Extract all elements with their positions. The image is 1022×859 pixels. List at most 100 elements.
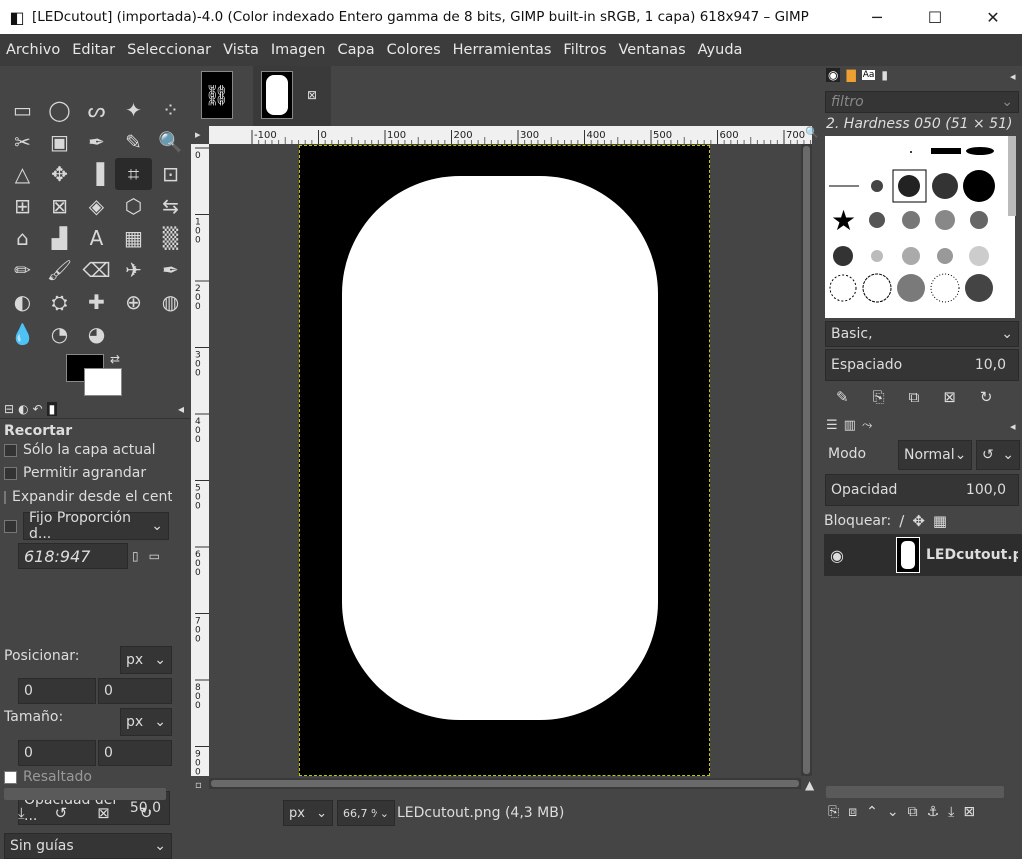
eraser-icon[interactable]: ⌫ [78,254,115,286]
brushes-tab-icon[interactable]: ◉ [826,68,841,82]
highlight-checkbox[interactable] [4,770,17,784]
ellipse-select-icon[interactable]: ◯ [41,94,78,126]
menu-ventanas[interactable]: Ventanas [613,42,692,58]
expand-center-checkbox[interactable] [4,490,6,504]
blur-icon[interactable]: 💧 [4,318,41,350]
mode-dropdown[interactable]: Normal ⌄ [898,440,972,470]
fixed-dropdown[interactable]: Fijo Proporción d... ⌄ [23,510,169,542]
restore-options-icon[interactable]: ↺ [55,804,68,822]
paths-icon[interactable]: ✒ [78,126,115,158]
zoom-dropdown[interactable]: 66,7 %⌄ [337,800,395,826]
measure-icon[interactable]: △ [4,158,41,190]
new-layer-group-icon[interactable]: ⧈ [848,804,857,820]
raise-layer-icon[interactable]: ⌃ [866,804,878,820]
heal-icon[interactable]: ✚ [78,286,115,318]
3d-transform-icon[interactable]: ⬡ [115,190,152,222]
rect-select-icon[interactable]: ▭ [4,94,41,126]
allow-growing-checkbox[interactable] [4,466,17,480]
layer-opacity-slider[interactable]: Opacidad 100,0 [825,474,1019,506]
pencil-icon[interactable]: ✏ [4,254,41,286]
close-tab-icon[interactable]: ⊠ [307,88,317,102]
align-icon[interactable]: ▐ [78,158,115,190]
landscape-icon[interactable]: ▭ [149,549,160,563]
gradient-icon[interactable]: ▒ [152,222,189,254]
position-y-input[interactable]: 0 [98,678,172,704]
menu-archivo[interactable]: Archivo [0,42,66,58]
layers-menu-icon[interactable]: ◂ [1010,420,1016,433]
perspective-icon[interactable]: ◈ [78,190,115,222]
dodge-icon[interactable]: ◔ [41,318,78,350]
tool-options-tab-icon[interactable]: ⊟ [4,402,14,416]
panel-menu-icon[interactable]: ◂ [178,402,184,416]
new-brush-icon[interactable]: ⎘ [873,388,885,406]
swap-colors-icon[interactable]: ⇄ [110,352,120,366]
lower-layer-icon[interactable]: ⌄ [887,804,899,820]
brush-grid[interactable]: ★ [825,136,1015,318]
save-options-icon[interactable]: ⤓ [18,804,25,822]
layers-scrollbar[interactable] [826,786,1004,798]
undo-history-tab-icon[interactable]: ↶ [33,402,43,416]
fixed-checkbox[interactable] [4,519,17,533]
spacing-slider[interactable]: Espaciado 10,0 [825,349,1019,381]
layer-row[interactable]: ◉ LEDcutout.png [824,534,1022,576]
brush-scrollbar[interactable] [1008,136,1016,216]
brush-tag-dropdown[interactable]: Basic, ⌄ [825,321,1019,347]
navigate-icon[interactable]: ▲ [805,778,814,792]
position-unit-dropdown[interactable]: px ⌄ [120,646,172,674]
menu-filtros[interactable]: Filtros [557,42,612,58]
duplicate-brush-icon[interactable]: ⧉ [909,388,920,406]
delete-layer-icon[interactable]: ⊠ [963,804,975,820]
close-button[interactable]: ✕ [964,0,1022,34]
menu-capa[interactable]: Capa [332,42,381,58]
quick-mask-icon[interactable]: ▸ [195,128,201,141]
crop-icon[interactable]: ⌗ [115,158,152,190]
images-tab-icon[interactable]: ▮ [46,401,58,416]
delete-brush-icon[interactable]: ⊠ [943,388,956,406]
new-layer-icon[interactable]: ⎘ [828,804,839,820]
document-tab-icon[interactable]: ▮ [881,68,888,82]
airbrush-icon[interactable]: ✈ [115,254,152,286]
unit-dropdown[interactable]: px ⌄ [283,800,333,826]
warp-icon[interactable]: ⊞ [4,190,41,222]
guides-dropdown[interactable]: Sin guías ⌄ [4,833,172,859]
lock-alpha-icon[interactable]: ▦ [933,512,947,530]
menu-ayuda[interactable]: Ayuda [692,42,749,58]
layers-tab-icon[interactable]: ☰ [826,418,838,433]
brush-filter-input[interactable]: filtro ⌄ [825,91,1019,113]
smudge-icon[interactable]: ◍ [152,286,189,318]
image-tab-1[interactable]: ⛓ [201,71,233,119]
menu-imagen[interactable]: Imagen [265,42,332,58]
maximize-button[interactable]: ☐ [906,0,964,34]
menu-herramientas[interactable]: Herramientas [447,42,558,58]
background-color[interactable] [84,368,122,396]
canvas-viewport[interactable] [209,144,801,776]
dock-menu-icon[interactable]: ◂ [1010,70,1016,83]
menu-seleccionar[interactable]: Seleccionar [121,42,217,58]
size-x-input[interactable]: 0 [18,740,96,766]
color-picker-icon[interactable]: ✎ [115,126,152,158]
current-layer-only-checkbox[interactable] [4,443,17,457]
text-icon[interactable]: A [78,222,115,254]
handle-transform-icon[interactable]: ⊠ [41,190,78,222]
anchor-layer-icon[interactable]: ⚓ [927,804,940,820]
move-icon[interactable]: ✥ [41,158,78,190]
reset-options-icon[interactable]: ↻ [140,804,153,822]
lock-position-icon[interactable]: ✥ [912,512,925,530]
fonts-tab-icon[interactable]: Aa [861,70,876,80]
sharpen-icon[interactable]: ◕ [78,318,115,350]
foreground-select-icon[interactable]: ▣ [41,126,78,158]
ratio-field[interactable]: 618:947 [18,543,128,569]
mypaint-icon[interactable]: ◐ [4,286,41,318]
select-by-color-icon[interactable]: ⁘ [152,94,189,126]
fuzzy-select-icon[interactable]: ✦ [115,94,152,126]
menu-vista[interactable]: Vista [217,42,265,58]
eye-icon[interactable]: ◉ [830,546,844,565]
channels-tab-icon[interactable]: ▥ [844,418,856,433]
portrait-icon[interactable]: ▯ [132,549,139,563]
mode-reset-dropdown[interactable]: ↺ ⌄ [976,440,1020,470]
menu-colores[interactable]: Colores [381,42,447,58]
patterns-tab-icon[interactable]: ▇ [846,68,855,82]
perspective-clone-icon[interactable]: ⊕ [115,286,152,318]
vertical-scrollbar[interactable] [801,144,812,776]
flip-icon[interactable]: ⇆ [152,190,189,222]
